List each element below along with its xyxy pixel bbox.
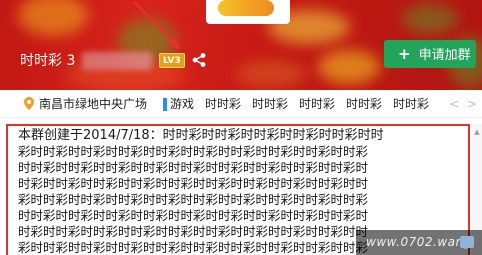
watermark-icon	[460, 236, 474, 248]
blurred-group-number	[82, 52, 152, 70]
scroll-up-icon[interactable]: ▲	[473, 128, 481, 136]
description-line: 本群创建于2014/7/18：时时彩时时彩时时彩时时彩时时彩时时	[18, 128, 384, 143]
watermark: www.0702.wang	[356, 230, 482, 255]
plus-icon: +	[398, 45, 411, 63]
tags-row: 南昌市绿地中央广场 游戏 时时彩 时时彩 时时彩 时时彩 时时彩 < >	[0, 90, 482, 118]
tag-item[interactable]: 游戏	[170, 90, 194, 118]
description-line: 时彩时时彩时时彩时时彩时时彩时时彩时时彩时时彩时时彩时时	[18, 224, 369, 239]
join-group-button[interactable]: + 申请加群	[384, 40, 476, 68]
location-pin-icon	[24, 97, 34, 110]
location-tag[interactable]: 南昌市绿地中央广场	[39, 90, 147, 118]
group-banner: 时时彩 3 LV3 + 申请加群	[0, 0, 482, 90]
tag-item[interactable]: 时时彩	[299, 90, 335, 118]
description-line: 时时彩时时彩时时彩时时彩时时彩时时彩时时彩时时彩时时彩时	[18, 208, 369, 223]
description-line: 彩时时彩时时彩时时彩时时彩时时彩时时彩时时彩时时彩时时彩	[18, 144, 369, 159]
description-line: 彩时时彩时时彩时时彩时时彩时时彩时时彩时时彩时时彩时时彩	[18, 192, 369, 207]
tag-item[interactable]: 时时彩	[205, 90, 241, 118]
description-line: 时时彩时时彩时时彩时时彩时时彩时时彩时时彩时时彩时时彩时	[18, 160, 369, 175]
share-icon[interactable]	[191, 52, 207, 68]
tag-marker	[163, 98, 167, 111]
description-line: 彩时时彩时时彩时时彩时时彩时时彩时时彩时时彩时时彩时时彩	[18, 240, 369, 255]
annotation-arrow	[133, 1, 180, 50]
watermark-text: www.0702.wang	[366, 235, 472, 249]
join-group-label: 申请加群	[418, 48, 471, 63]
group-avatar	[206, 0, 290, 24]
tags-next-button[interactable]: >	[467, 90, 477, 118]
group-name: 时时彩 3	[20, 53, 76, 69]
tag-item[interactable]: 时时彩	[346, 90, 382, 118]
description-line: 时彩时时彩时时彩时时彩时时彩时时彩时时彩时时彩时时彩时时	[18, 176, 369, 191]
level-badge: LV3	[159, 53, 185, 68]
tag-item[interactable]: 时时彩	[393, 90, 429, 118]
tags-prev-button[interactable]: <	[449, 90, 459, 118]
tag-item[interactable]: 时时彩	[252, 90, 288, 118]
